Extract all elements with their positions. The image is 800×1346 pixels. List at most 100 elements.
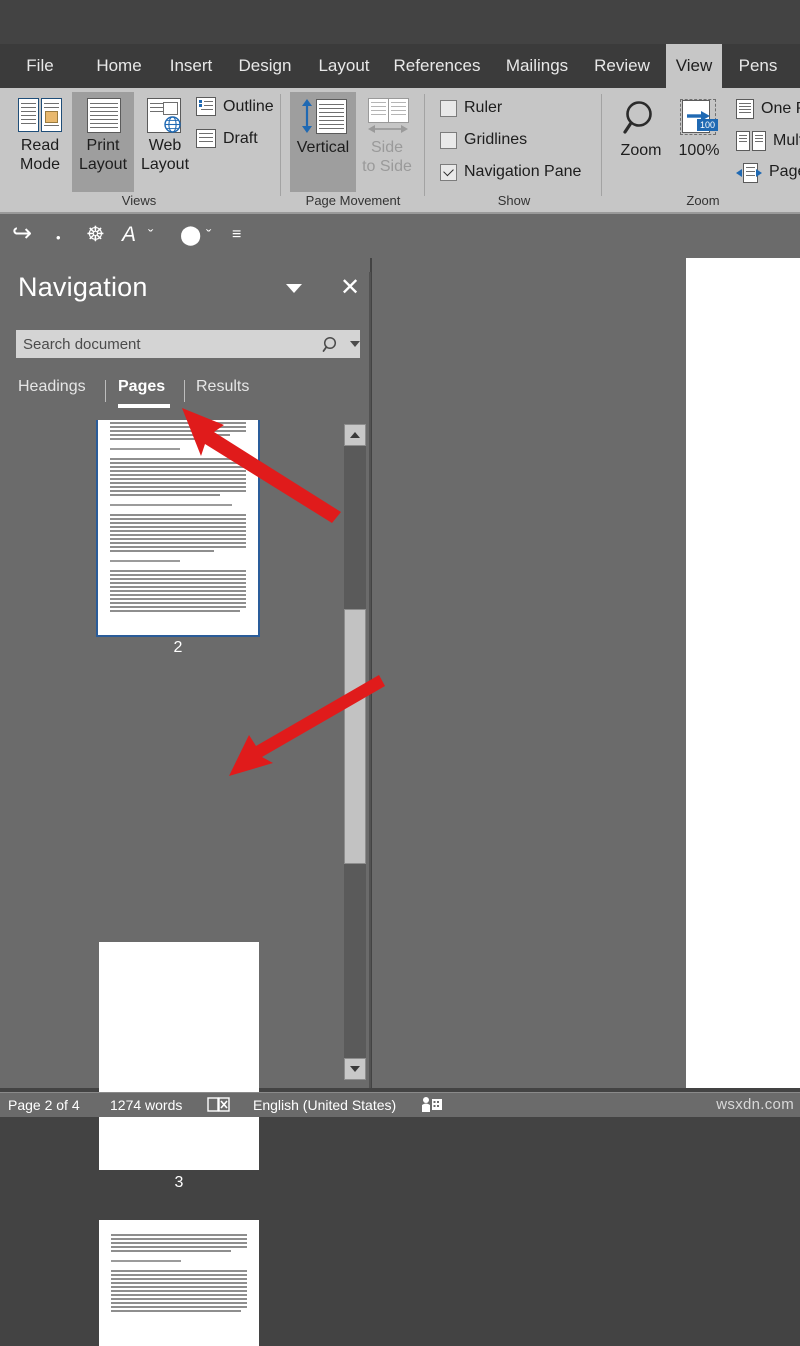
navigation-pane-checkbox[interactable] <box>440 164 457 181</box>
navigation-pane-checkbox-row[interactable]: Navigation Pane <box>440 163 581 181</box>
zoom-100-icon: 100 <box>678 99 720 137</box>
pane-splitter[interactable] <box>369 272 371 1088</box>
scrollbar-track-upper[interactable] <box>344 446 366 609</box>
thumbnail-page-2[interactable]: 2 <box>98 420 258 635</box>
scrollbar-track-lower[interactable] <box>344 864 366 1058</box>
page-width-button[interactable]: Page W <box>736 163 800 181</box>
chevron-down-icon-2[interactable]: ˇ <box>206 227 211 247</box>
thumbnail-page-3-sheet[interactable] <box>99 942 259 1170</box>
watermark: wsxdn.com <box>716 1096 794 1113</box>
ribbon-tab-layout[interactable]: Layout <box>310 44 378 88</box>
chevron-down-icon-1[interactable]: ˇ <box>148 227 153 247</box>
zoom-100-button[interactable]: 100 100% <box>670 92 728 188</box>
proofing-errors-icon[interactable] <box>207 1096 231 1116</box>
ribbon-tab-home[interactable]: Home <box>84 44 154 88</box>
gridlines-checkbox-row[interactable]: Gridlines <box>440 131 527 149</box>
quick-access-toolbar: ↪ • ☸ A ˇ ⬤ ˇ ≡ <box>0 214 800 258</box>
side-to-side-label-2: to Side <box>356 157 418 176</box>
nav-tab-active-underline <box>118 404 170 408</box>
redo-icon[interactable]: ↪ <box>12 224 32 244</box>
outline-label: Outline <box>223 98 274 116</box>
outline-button[interactable]: Outline <box>196 97 274 116</box>
multiple-pages-icon <box>736 131 766 151</box>
thumbnail-page-4-sheet[interactable] <box>99 1220 259 1346</box>
group-label-views: Views <box>0 192 278 210</box>
multiple-pages-button[interactable]: Multip <box>736 131 800 151</box>
read-mode-button[interactable]: Read Mode <box>8 92 72 192</box>
status-page-indicator[interactable]: Page 2 of 4 <box>8 1097 80 1113</box>
print-layout-button[interactable]: Print Layout <box>72 92 134 192</box>
word-window: File Home Insert Design Layout Reference… <box>0 0 800 1116</box>
gridlines-label: Gridlines <box>464 131 527 149</box>
close-icon[interactable]: ✕ <box>340 276 360 300</box>
ribbon-tab-mailings[interactable]: Mailings <box>496 44 578 88</box>
web-layout-button[interactable]: Web Layout <box>134 92 196 192</box>
search-options-chevron-icon[interactable] <box>350 341 360 347</box>
group-divider-3 <box>601 94 602 196</box>
outline-icon <box>196 97 216 116</box>
zoom-badge: 100 <box>697 119 718 131</box>
print-layout-label-2: Layout <box>72 155 134 174</box>
ribbon-tab-pens[interactable]: Pens <box>732 44 784 88</box>
zoom-button[interactable]: Zoom <box>612 92 670 188</box>
print-layout-label-1: Print <box>72 136 134 155</box>
3d-model-icon[interactable]: ⬤ <box>180 226 201 246</box>
nav-tab-pages[interactable]: Pages <box>118 378 165 396</box>
thumbnail-page-4[interactable] <box>99 1220 259 1346</box>
nav-tab-headings[interactable]: Headings <box>18 378 86 396</box>
group-label-zoom: Zoom <box>606 192 800 210</box>
one-page-button[interactable]: One Pa <box>736 99 800 119</box>
ribbon-tab-view[interactable]: View <box>666 44 722 88</box>
nav-tab-results[interactable]: Results <box>196 378 249 396</box>
side-to-side-label-1: Side <box>356 138 418 157</box>
vertical-button[interactable]: Vertical <box>290 92 356 192</box>
group-divider-1 <box>280 94 281 196</box>
gridlines-checkbox[interactable] <box>440 132 457 149</box>
draft-button[interactable]: Draft <box>196 129 258 148</box>
accessibility-icon[interactable] <box>421 1096 443 1116</box>
ruler-checkbox-row[interactable]: Ruler <box>440 99 502 117</box>
nav-tab-separator-2 <box>184 380 185 402</box>
read-mode-label-2: Mode <box>8 155 72 174</box>
scroll-up-icon[interactable] <box>344 424 366 446</box>
multiple-pages-label: Multip <box>773 132 800 150</box>
link-globe-icon[interactable]: ☸ <box>86 225 105 245</box>
print-layout-icon <box>87 98 119 132</box>
nav-tab-separator-1 <box>105 380 106 402</box>
thumbnail-scrollbar[interactable] <box>344 424 366 1080</box>
ribbon-tab-references[interactable]: References <box>386 44 488 88</box>
dot-icon: • <box>56 228 61 248</box>
search-input[interactable]: Search document <box>16 330 360 358</box>
ribbon-tab-design[interactable]: Design <box>230 44 300 88</box>
scroll-down-icon[interactable] <box>344 1058 366 1080</box>
draft-icon <box>196 129 216 148</box>
ruler-label: Ruler <box>464 99 502 117</box>
status-language[interactable]: English (United States) <box>253 1097 396 1113</box>
one-page-icon <box>736 99 754 119</box>
status-word-count[interactable]: 1274 words <box>110 1097 182 1113</box>
ruler-checkbox[interactable] <box>440 100 457 117</box>
web-layout-label-2: Layout <box>134 155 196 174</box>
ribbon-tab-insert[interactable]: Insert <box>160 44 222 88</box>
zoom-100-label: 100% <box>670 141 728 160</box>
scrollbar-thumb[interactable] <box>344 609 366 864</box>
read-mode-label-1: Read <box>8 136 72 155</box>
thumbnail-page-3[interactable]: 3 <box>99 942 259 1170</box>
ribbon-tab-review[interactable]: Review <box>586 44 658 88</box>
group-label-page-movement: Page Movement <box>284 192 422 210</box>
text-effects-icon[interactable]: A <box>122 225 136 245</box>
chevron-down-icon[interactable] <box>286 284 302 293</box>
one-page-label: One Pa <box>761 100 800 118</box>
thumbnail-page-2-sheet[interactable] <box>98 420 258 635</box>
zoom-label: Zoom <box>612 141 670 160</box>
search-placeholder: Search document <box>23 336 141 353</box>
page-width-icon <box>736 163 762 181</box>
overflow-icon[interactable]: ≡ <box>232 225 241 245</box>
group-label-show: Show <box>428 192 600 210</box>
vertical-icon <box>300 98 346 134</box>
side-to-side-button[interactable]: Side to Side <box>356 92 418 192</box>
search-icon[interactable] <box>322 335 341 359</box>
navigation-pane: Navigation ✕ Search document Headings Pa… <box>0 258 370 1088</box>
page-thumbnail-list[interactable]: 2 3 <box>0 420 340 1346</box>
ribbon-tab-file[interactable]: File <box>14 44 66 88</box>
